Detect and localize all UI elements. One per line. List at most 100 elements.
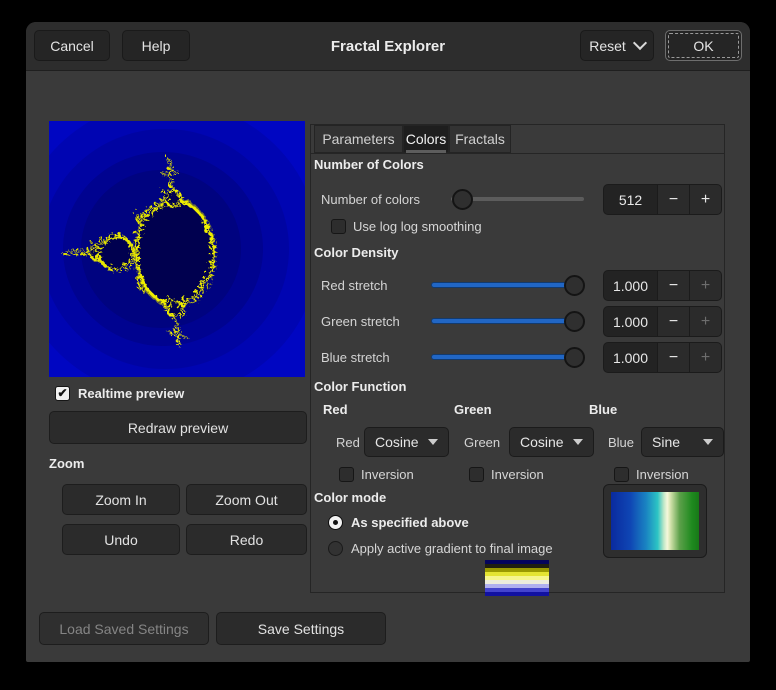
red-stretch-increment-button[interactable]: + xyxy=(690,270,722,301)
minus-icon: − xyxy=(669,277,678,295)
blue-inversion-checkbox[interactable] xyxy=(614,467,629,482)
redo-button[interactable]: Redo xyxy=(186,524,307,555)
blue-stretch-spin: 1.000 − + xyxy=(603,342,722,373)
color-mode-heading: Color mode xyxy=(314,490,386,505)
green-inversion-checkbox[interactable] xyxy=(469,467,484,482)
blue-function-select[interactable]: Sine xyxy=(641,427,724,457)
check-icon: ✔ xyxy=(57,386,67,400)
red-stretch-slider-fill xyxy=(431,282,575,288)
tab-colors-label: Colors xyxy=(406,131,446,147)
blue-stretch-increment-button[interactable]: + xyxy=(690,342,722,373)
blue-stretch-decrement-button[interactable]: − xyxy=(658,342,690,373)
as-specified-radio[interactable] xyxy=(328,515,343,530)
minus-icon: − xyxy=(669,313,678,331)
blue-stretch-value[interactable]: 1.000 xyxy=(603,342,658,373)
zoom-in-button[interactable]: Zoom In xyxy=(62,484,180,515)
realtime-preview-row: ✔ Realtime preview xyxy=(55,386,184,401)
as-specified-label: As specified above xyxy=(351,515,469,530)
plus-icon: + xyxy=(701,313,710,331)
save-settings-button[interactable]: Save Settings xyxy=(216,612,386,645)
active-tab-indicator xyxy=(406,150,446,153)
realtime-preview-label: Realtime preview xyxy=(78,386,184,401)
minus-icon: − xyxy=(669,191,678,209)
green-function-select[interactable]: Cosine xyxy=(509,427,594,457)
red-stretch-spin: 1.000 − + xyxy=(603,270,722,301)
cancel-button[interactable]: Cancel xyxy=(34,30,110,61)
red-stretch-decrement-button[interactable]: − xyxy=(658,270,690,301)
redraw-preview-button[interactable]: Redraw preview xyxy=(49,411,307,444)
red-function-value: Cosine xyxy=(375,434,419,450)
green-function-value: Cosine xyxy=(520,434,564,450)
tab-colors[interactable]: Colors xyxy=(403,125,449,153)
green-stretch-slider-fill xyxy=(431,318,575,324)
red-stretch-slider-handle[interactable] xyxy=(564,275,585,296)
blue-stretch-slider-handle[interactable] xyxy=(564,347,585,368)
zoom-in-label: Zoom In xyxy=(95,492,146,508)
gradient-select-button[interactable] xyxy=(603,484,707,558)
green-column-heading: Green xyxy=(454,402,492,417)
reset-button[interactable]: Reset xyxy=(580,30,654,61)
tab-fractals[interactable]: Fractals xyxy=(449,125,511,153)
plus-icon: + xyxy=(701,277,710,295)
blue-inversion-label: Inversion xyxy=(636,467,689,482)
color-mode-option1-row: As specified above xyxy=(328,515,469,530)
number-of-colors-decrement-button[interactable]: − xyxy=(658,184,690,215)
apply-gradient-label: Apply active gradient to final image xyxy=(351,541,553,556)
load-saved-settings-label: Load Saved Settings xyxy=(59,621,188,637)
zoom-out-label: Zoom Out xyxy=(215,492,277,508)
chevron-down-icon xyxy=(633,36,647,50)
colormap-preview xyxy=(485,560,549,596)
green-function-label: Green xyxy=(464,435,500,450)
number-of-colors-increment-button[interactable]: + xyxy=(690,184,722,215)
apply-gradient-radio[interactable] xyxy=(328,541,343,556)
green-inversion-label: Inversion xyxy=(491,467,544,482)
number-of-colors-heading: Number of Colors xyxy=(314,157,424,172)
reset-button-label: Reset xyxy=(589,38,626,54)
red-inversion-label: Inversion xyxy=(361,467,414,482)
undo-label: Undo xyxy=(104,532,137,548)
save-settings-label: Save Settings xyxy=(258,621,344,637)
tab-parameters[interactable]: Parameters xyxy=(314,125,403,153)
red-stretch-value[interactable]: 1.000 xyxy=(603,270,658,301)
ok-button-label: OK xyxy=(693,38,713,54)
redraw-preview-label: Redraw preview xyxy=(128,420,228,436)
blue-inversion-row: Inversion xyxy=(614,467,689,482)
log-smoothing-row: Use log log smoothing xyxy=(331,219,482,234)
blue-column-heading: Blue xyxy=(589,402,617,417)
fractal-preview[interactable] xyxy=(49,121,305,377)
realtime-preview-checkbox[interactable]: ✔ xyxy=(55,386,70,401)
blue-stretch-slider-fill xyxy=(431,354,575,360)
number-of-colors-slider-handle[interactable] xyxy=(452,189,473,210)
tab-fractals-label: Fractals xyxy=(455,131,505,147)
green-stretch-increment-button[interactable]: + xyxy=(690,306,722,337)
red-inversion-checkbox[interactable] xyxy=(339,467,354,482)
ok-button[interactable]: OK xyxy=(665,30,742,61)
load-saved-settings-button[interactable]: Load Saved Settings xyxy=(39,612,209,645)
number-of-colors-value[interactable]: 512 xyxy=(603,184,658,215)
green-stretch-spin: 1.000 − + xyxy=(603,306,722,337)
dialog-titlebar: Cancel Help Fractal Explorer Reset OK xyxy=(26,22,750,71)
color-mode-option2-row: Apply active gradient to final image xyxy=(328,541,553,556)
zoom-section-heading: Zoom xyxy=(49,456,84,471)
green-stretch-decrement-button[interactable]: − xyxy=(658,306,690,337)
help-button-label: Help xyxy=(142,38,171,54)
green-stretch-slider-handle[interactable] xyxy=(564,311,585,332)
log-smoothing-checkbox[interactable] xyxy=(331,219,346,234)
red-inversion-row: Inversion xyxy=(339,467,414,482)
red-function-select[interactable]: Cosine xyxy=(364,427,449,457)
dropdown-caret-icon xyxy=(703,439,713,445)
green-stretch-value[interactable]: 1.000 xyxy=(603,306,658,337)
dropdown-caret-icon xyxy=(573,439,583,445)
red-function-label: Red xyxy=(336,435,360,450)
plus-icon: + xyxy=(701,191,710,209)
red-stretch-label: Red stretch xyxy=(321,278,387,293)
dropdown-caret-icon xyxy=(428,439,438,445)
number-of-colors-spin: 512 − + xyxy=(603,184,722,215)
blue-function-value: Sine xyxy=(652,434,680,450)
undo-button[interactable]: Undo xyxy=(62,524,180,555)
fractal-explorer-dialog: Cancel Help Fractal Explorer Reset OK xyxy=(26,22,750,662)
gradient-preview xyxy=(611,492,699,550)
zoom-out-button[interactable]: Zoom Out xyxy=(186,484,307,515)
minus-icon: − xyxy=(669,349,678,367)
help-button[interactable]: Help xyxy=(122,30,190,61)
